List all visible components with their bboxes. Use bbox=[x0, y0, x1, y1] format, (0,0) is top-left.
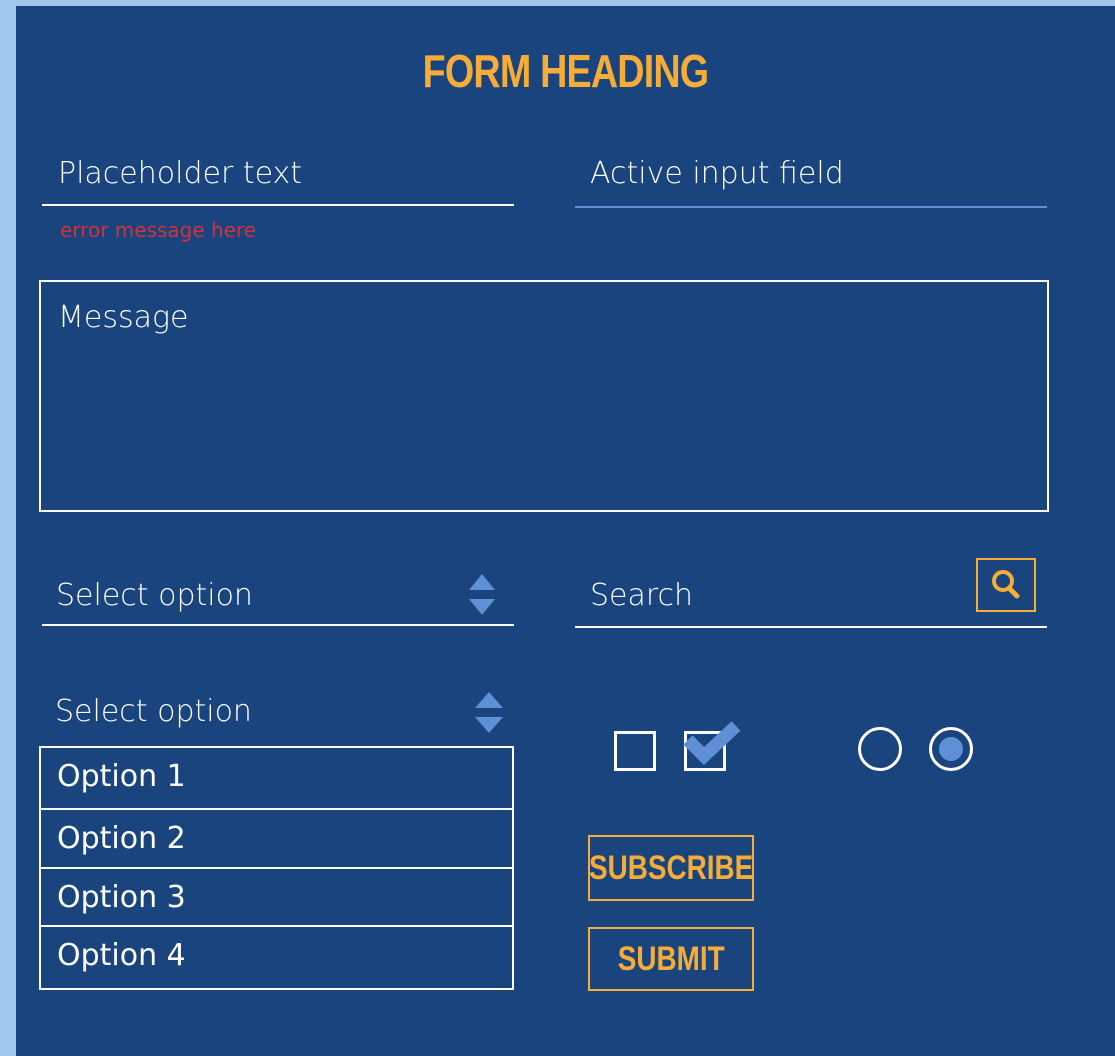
active-input-value: Active input field bbox=[590, 156, 844, 191]
message-placeholder: Message bbox=[58, 300, 189, 335]
select-open[interactable]: Select option bbox=[42, 686, 514, 742]
name-input[interactable]: Placeholder text bbox=[58, 156, 302, 191]
radio-unselected[interactable] bbox=[858, 727, 902, 771]
select-label: Select option bbox=[56, 578, 253, 613]
search-button[interactable] bbox=[976, 558, 1036, 612]
select-open-arrows-icon bbox=[475, 692, 503, 736]
select-arrows-icon bbox=[469, 574, 497, 618]
checkbox-unchecked[interactable] bbox=[614, 731, 656, 771]
search-input[interactable]: Search bbox=[590, 578, 693, 613]
subscribe-label: SUBSCRIBE bbox=[588, 848, 754, 887]
option-item[interactable]: Option 4 bbox=[39, 925, 514, 990]
option-item[interactable]: Option 3 bbox=[39, 867, 514, 927]
subscribe-button[interactable]: SUBSCRIBE bbox=[588, 835, 754, 901]
submit-button[interactable]: SUBMIT bbox=[588, 927, 754, 991]
radio-dot-icon bbox=[939, 737, 963, 761]
select-underline bbox=[42, 624, 514, 626]
active-input-underline bbox=[575, 206, 1047, 208]
radio-selected[interactable] bbox=[929, 727, 973, 771]
form-heading: FORM HEADING bbox=[422, 45, 709, 97]
select-open-label: Select option bbox=[55, 694, 252, 729]
submit-label: SUBMIT bbox=[617, 939, 725, 978]
form-panel: FORM HEADING Placeholder text error mess… bbox=[16, 6, 1115, 1056]
search-underline bbox=[575, 626, 1047, 628]
active-input[interactable]: Active input field bbox=[590, 156, 844, 191]
search-icon bbox=[992, 570, 1020, 599]
option-item[interactable]: Option 2 bbox=[39, 808, 514, 869]
message-textarea[interactable]: Message bbox=[39, 280, 1049, 512]
error-message: error message here bbox=[60, 218, 257, 242]
checkmark-icon bbox=[683, 721, 741, 766]
name-input-underline bbox=[42, 204, 514, 206]
option-item[interactable]: Option 1 bbox=[39, 746, 514, 810]
search-placeholder: Search bbox=[590, 578, 694, 613]
name-input-placeholder: Placeholder text bbox=[58, 156, 303, 191]
options-list: Option 1 Option 2 Option 3 Option 4 bbox=[39, 746, 514, 990]
select-dropdown[interactable]: Select option bbox=[42, 566, 514, 630]
